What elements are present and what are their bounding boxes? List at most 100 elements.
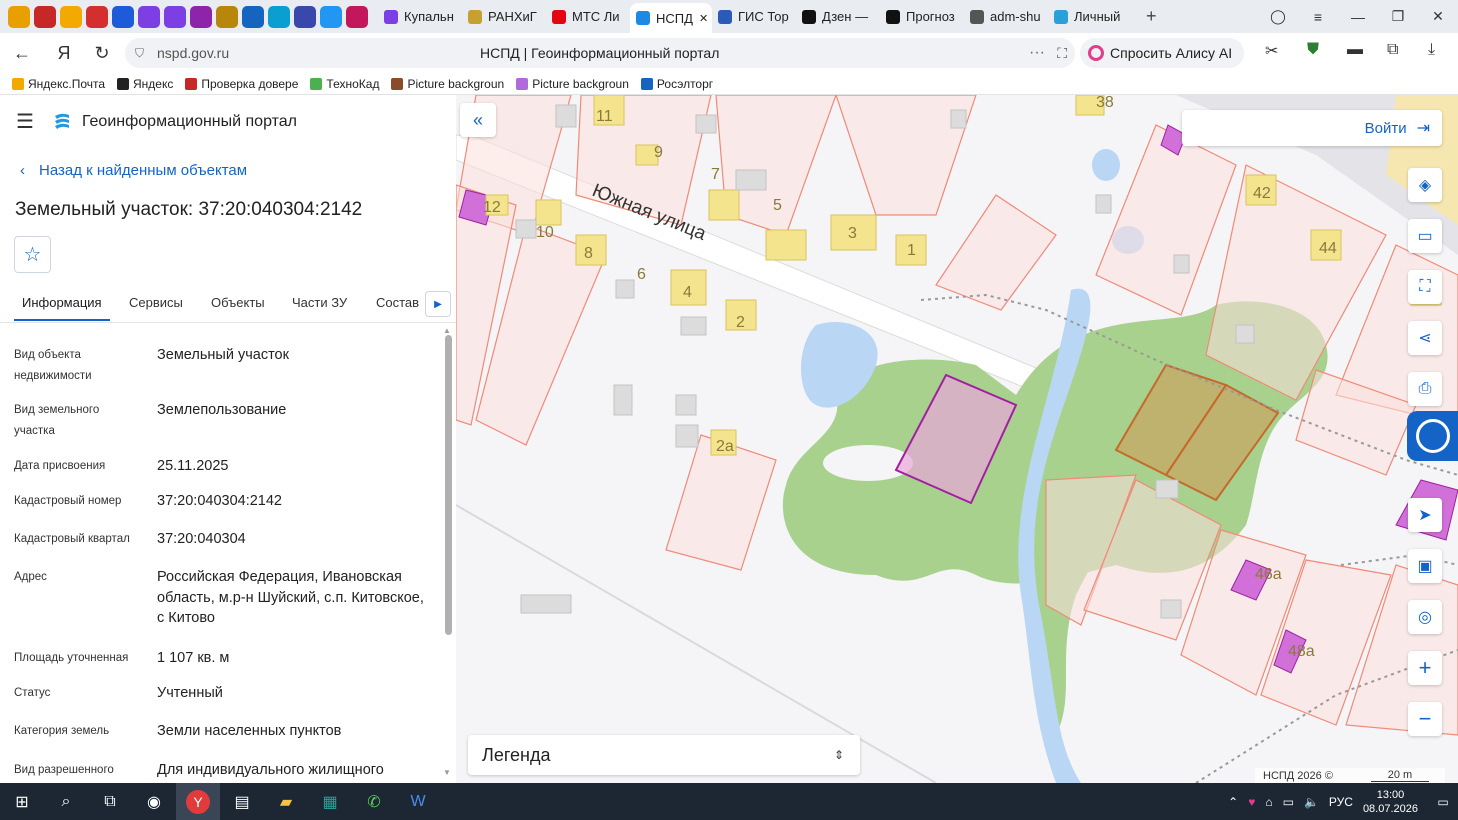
- notifications-icon[interactable]: ▭: [1428, 795, 1458, 809]
- collapse-panel-button[interactable]: «: [460, 103, 496, 137]
- login-button[interactable]: Войти ⇥: [1182, 110, 1442, 146]
- print-button[interactable]: ⎙: [1408, 372, 1442, 406]
- url-field[interactable]: ⛉ nspd.gov.ru НСПД | Геоинформационный п…: [125, 38, 1075, 68]
- search-icon[interactable]: ⌕: [44, 783, 88, 820]
- app-icon[interactable]: ▦: [308, 783, 352, 820]
- restore-button[interactable]: ❐: [1378, 8, 1418, 25]
- bookmark-item[interactable]: Picture backgroun: [391, 77, 504, 91]
- downloads-panel-icon[interactable]: ▬: [1347, 41, 1363, 59]
- t-icon[interactable]: [268, 5, 290, 28]
- browser-tab[interactable]: Купальн: [378, 4, 462, 30]
- scroll-up-icon[interactable]: ▲: [443, 326, 451, 335]
- locate-button[interactable]: ➤: [1408, 498, 1442, 532]
- close-window-button[interactable]: ✕: [1418, 8, 1458, 25]
- profile-icon[interactable]: ◯: [1258, 8, 1298, 25]
- tab-parts[interactable]: Части ЗУ: [292, 295, 347, 310]
- word-app-icon[interactable]: W: [396, 783, 440, 820]
- browser-tab[interactable]: Дзен —: [796, 4, 880, 30]
- pin-icon[interactable]: [346, 5, 368, 28]
- tray-app-icon[interactable]: ♥: [1248, 795, 1255, 809]
- notepad-app-icon[interactable]: ▤: [220, 783, 264, 820]
- browser-tab[interactable]: МТС Ли: [546, 4, 630, 30]
- start-icon[interactable]: ⊞: [0, 783, 44, 820]
- back-label: Назад к найденным объектам: [39, 162, 248, 179]
- bookmark-item[interactable]: Проверка довере: [185, 77, 298, 91]
- collections-icon[interactable]: ⧉: [1387, 41, 1398, 59]
- bookmark-item[interactable]: Picture backgroun: [516, 77, 629, 91]
- explorer-app-icon[interactable]: ▰: [264, 783, 308, 820]
- volume-icon[interactable]: 🔈: [1304, 795, 1319, 809]
- flag-icon[interactable]: [86, 5, 108, 28]
- bookmark-icon[interactable]: ⛶: [1057, 45, 1067, 62]
- property-label: Кадастровый квартал: [14, 533, 130, 545]
- select-area-button[interactable]: ⛶: [1408, 270, 1442, 304]
- hand-icon[interactable]: [320, 5, 342, 28]
- browser-tab[interactable]: Прогноз: [880, 4, 964, 30]
- bookmark-favicon-icon: [391, 77, 404, 90]
- tab-info[interactable]: Информация: [14, 295, 110, 321]
- tabs-next-button[interactable]: ▶: [425, 291, 451, 317]
- browser-tab[interactable]: adm-shu: [964, 4, 1048, 30]
- task-view-icon[interactable]: ⧉: [88, 783, 132, 820]
- wb-icon[interactable]: [190, 5, 212, 28]
- share-button[interactable]: ⋖: [1408, 321, 1442, 355]
- messenger-app-icon[interactable]: ✆: [352, 783, 396, 820]
- minimize-button[interactable]: —: [1338, 9, 1378, 25]
- windows-taskbar: ⊞ ⌕ ⧉ ◉ Y ▤ ▰ ▦ ✆ W ⌃ ♥ ⌂ ▭ 🔈 РУС 13:00 …: [0, 783, 1458, 820]
- network-icon[interactable]: ▭: [1283, 795, 1294, 809]
- browser-tab[interactable]: Личный: [1048, 4, 1132, 30]
- shield-extension-icon[interactable]: ⛊: [1307, 41, 1319, 59]
- back-to-results-link[interactable]: ‹ Назад к найденным объектам: [20, 162, 247, 179]
- tab-services[interactable]: Сервисы: [129, 295, 183, 310]
- reload-icon[interactable]: ↻: [86, 43, 118, 64]
- u-icon[interactable]: [294, 5, 316, 28]
- yandex-icon[interactable]: Я: [48, 43, 80, 64]
- bookmark-item[interactable]: ТехноКад: [310, 77, 379, 91]
- tray-icon[interactable]: ⌂: [1265, 795, 1272, 809]
- burger-menu-icon[interactable]: ☰: [16, 109, 34, 134]
- alice-button[interactable]: Спросить Алису AI: [1080, 38, 1245, 68]
- ruler-button[interactable]: ▭: [1408, 219, 1442, 253]
- bookmark-item[interactable]: Яндекс.Почта: [12, 77, 105, 91]
- browser-tab[interactable]: РАНХиГ: [462, 4, 546, 30]
- yandex-browser-app-icon[interactable]: Y: [176, 783, 220, 820]
- geo-search-button[interactable]: ◎: [1408, 600, 1442, 634]
- more-icon[interactable]: ···: [1029, 44, 1045, 62]
- tab-composition[interactable]: Состав: [376, 295, 419, 310]
- new-tab-button[interactable]: +: [1146, 6, 1157, 27]
- app-icon[interactable]: [164, 5, 186, 28]
- chrome-app-icon[interactable]: ◉: [132, 783, 176, 820]
- map-canvas[interactable]: Южная улица 38 11 9 7 5 3 1 12 10 8 6 4 …: [456, 95, 1458, 783]
- browser-tab[interactable]: ГИС Тор: [712, 4, 796, 30]
- back-icon[interactable]: ←: [6, 43, 38, 64]
- bookmark-item[interactable]: Яндекс: [117, 77, 173, 91]
- minimap-button[interactable]: ▣: [1408, 549, 1442, 583]
- zoom-out-button[interactable]: −: [1408, 702, 1442, 736]
- clock[interactable]: 13:00 08.07.2026: [1363, 788, 1418, 816]
- layers-button[interactable]: ◈: [1408, 168, 1442, 202]
- zoom-in-button[interactable]: +: [1408, 651, 1442, 685]
- panel-scrollbar[interactable]: [445, 335, 452, 635]
- tab-objects[interactable]: Объекты: [211, 295, 265, 310]
- assistant-button[interactable]: [1407, 411, 1458, 461]
- legend-button[interactable]: Легенда ⇕: [468, 735, 860, 775]
- app-icon[interactable]: [138, 5, 160, 28]
- bookmark-item[interactable]: Росэлторг: [640, 77, 713, 91]
- mail-icon[interactable]: [8, 5, 30, 28]
- minimap-icon: ▣: [1417, 558, 1433, 575]
- emblem-icon[interactable]: [216, 5, 238, 28]
- extension-icon[interactable]: ✂: [1265, 41, 1278, 61]
- yandex-mail-icon[interactable]: [60, 5, 82, 28]
- gmail-icon[interactable]: [34, 5, 56, 28]
- language-indicator[interactable]: РУС: [1329, 795, 1353, 809]
- download-icon[interactable]: ⤓: [1428, 41, 1435, 59]
- scroll-down-icon[interactable]: ▼: [443, 768, 451, 777]
- favorite-star-button[interactable]: ☆: [14, 236, 51, 273]
- menu-icon[interactable]: ≡: [1298, 9, 1338, 25]
- chevron-up-icon[interactable]: ⌃: [1228, 795, 1238, 809]
- address-bar-row: ← Я ↻ ⛉ nspd.gov.ru НСПД | Геоинформацио…: [0, 33, 1458, 73]
- vk-icon[interactable]: [112, 5, 134, 28]
- close-tab-icon[interactable]: ✕: [699, 12, 708, 25]
- app-icon[interactable]: [242, 5, 264, 28]
- browser-tab[interactable]: НСПД ✕: [630, 3, 712, 33]
